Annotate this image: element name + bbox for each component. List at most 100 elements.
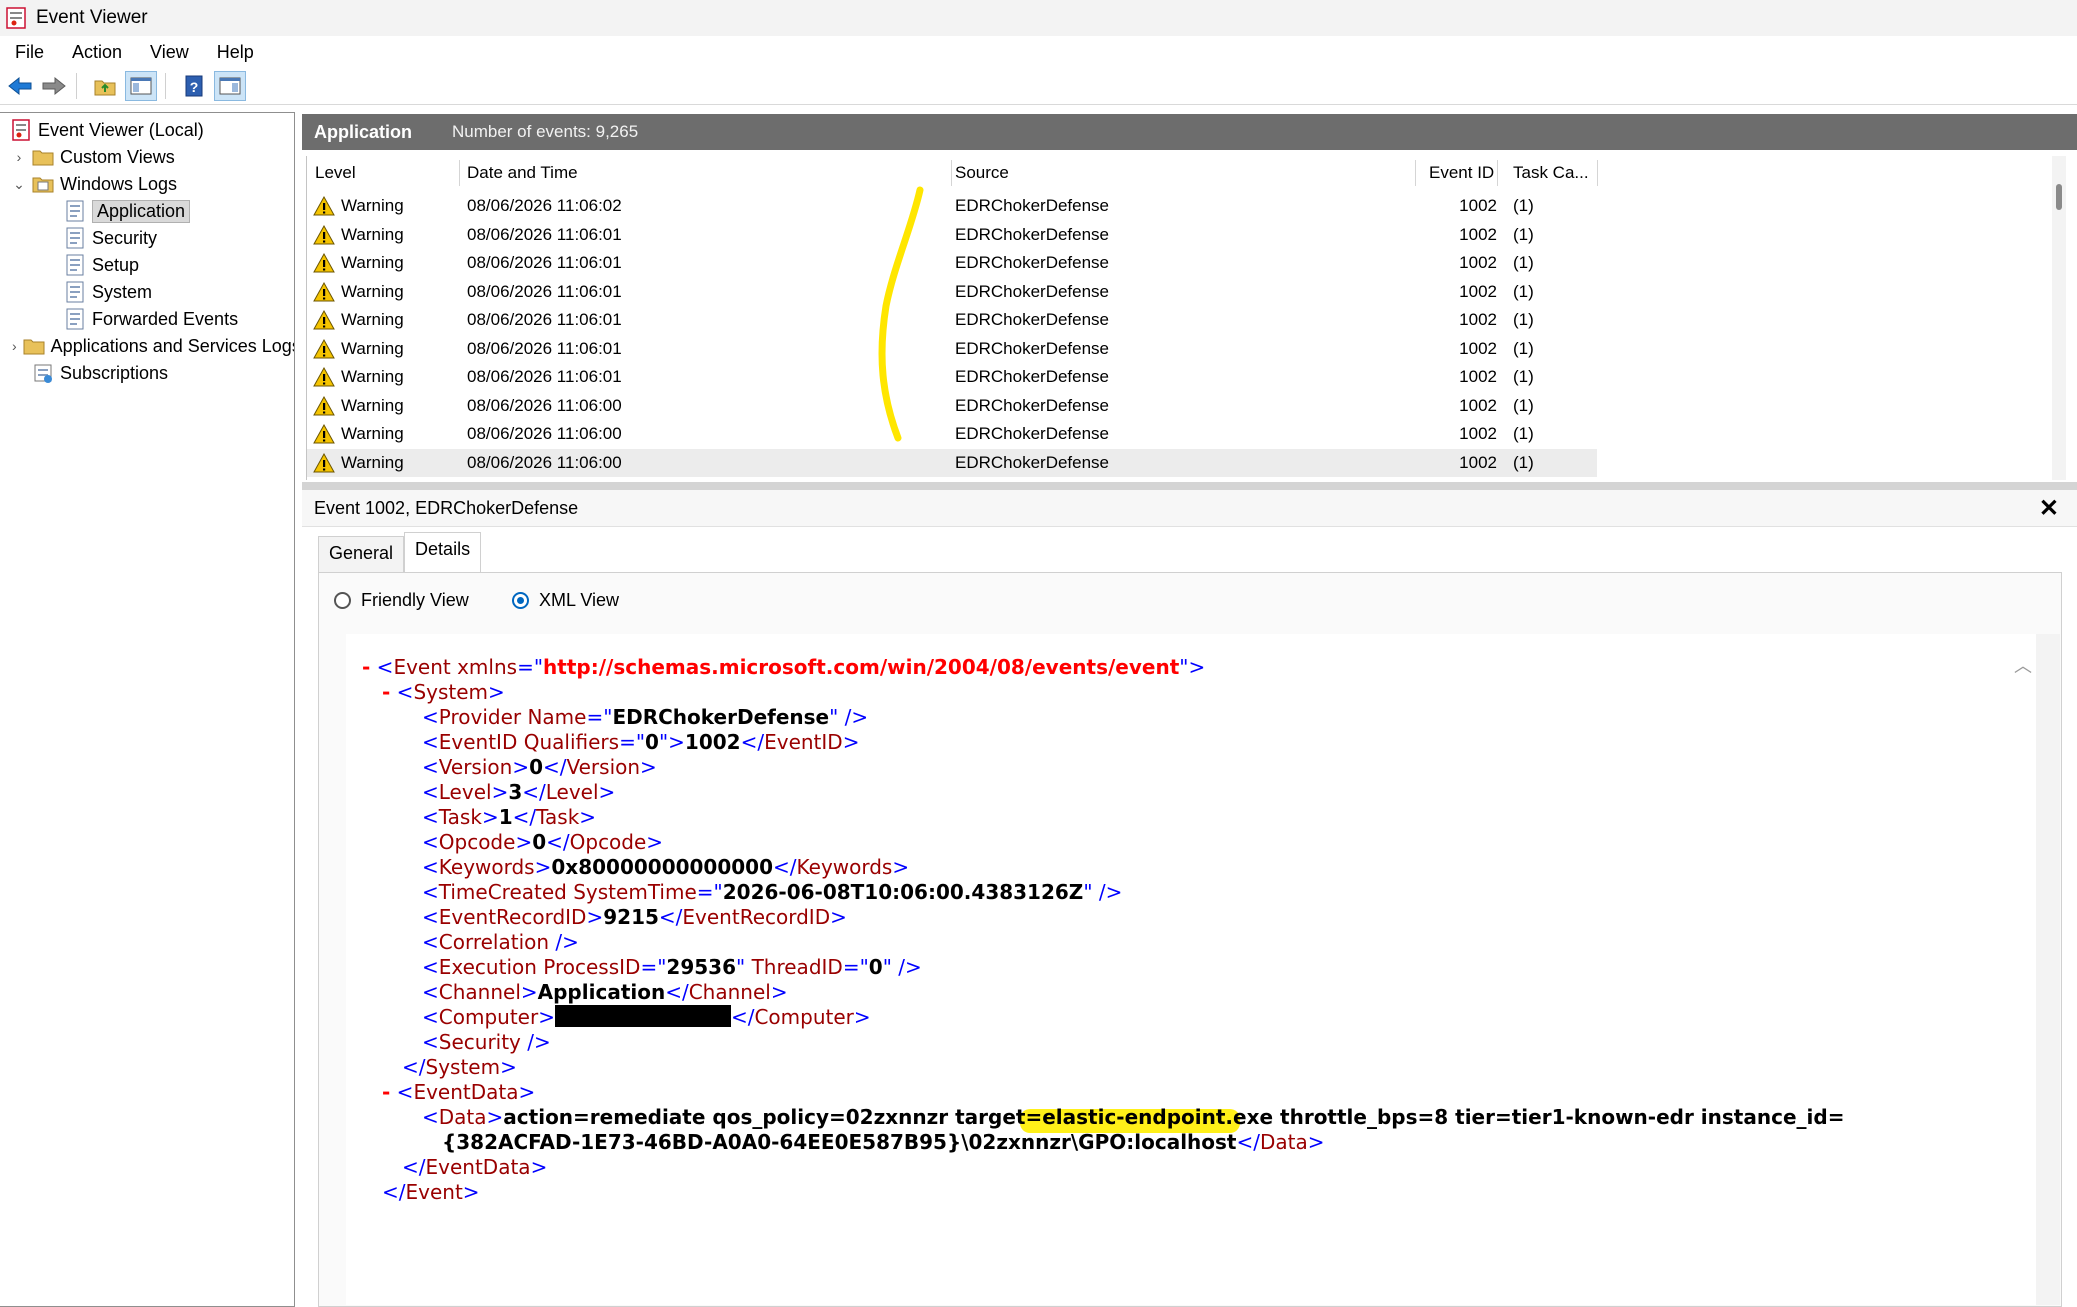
tree-apps-services-logs[interactable]: › Applications and Services Logs bbox=[12, 333, 294, 359]
level-text: Warning bbox=[341, 338, 404, 358]
level-text: Warning bbox=[341, 196, 404, 215]
datetime-cell: 08/06/2026 11:06:01 bbox=[467, 253, 622, 272]
table-row[interactable]: Warning 08/06/2026 11:06:02 EDRChokerDefen… bbox=[307, 192, 1597, 220]
menu-view[interactable]: View bbox=[136, 42, 203, 63]
level-text: Warning bbox=[341, 395, 404, 415]
tree-custom-views[interactable]: › Custom Views bbox=[12, 144, 175, 170]
expand-chevron-icon[interactable]: › bbox=[12, 338, 17, 354]
xml-task: <Task>1</Task> bbox=[422, 805, 597, 829]
radio-circle[interactable] bbox=[334, 592, 351, 609]
tree-log-forwarded-events-label: Forwarded Events bbox=[92, 308, 239, 329]
xml-view-radio[interactable]: XML View bbox=[512, 590, 619, 611]
level-text: Warning bbox=[341, 310, 404, 329]
source-cell: EDRChokerDefense bbox=[955, 253, 1110, 272]
level-cell: Warning bbox=[313, 449, 404, 477]
table-row[interactable]: Warning 08/06/2026 11:06:01 EDRChokerDefen… bbox=[307, 306, 1597, 334]
xml-opcode: <Opcode>0</Opcode> bbox=[422, 830, 664, 854]
table-row[interactable]: Warning 08/06/2026 11:06:00 EDRChokerDefen… bbox=[307, 420, 1597, 448]
level-text: Warning bbox=[341, 281, 404, 301]
task-category-cell: (1) bbox=[1513, 395, 1534, 415]
datetime-cell: 08/06/2026 11:06:00 bbox=[467, 424, 622, 443]
source-cell: EDRChokerDefense bbox=[955, 367, 1110, 386]
tab-details[interactable]: Details bbox=[404, 532, 482, 572]
xml-event-open: - <Event xmlns="http://schemas.microsoft… bbox=[362, 655, 1206, 679]
tree-log-security[interactable]: Security bbox=[64, 225, 157, 251]
toolbar-separator bbox=[76, 73, 77, 99]
task-category-cell: (1) bbox=[1513, 367, 1534, 386]
log-icon bbox=[66, 281, 84, 303]
column-header-level[interactable]: Level bbox=[315, 160, 460, 186]
datetime-cell: 08/06/2026 11:06:01 bbox=[467, 224, 622, 244]
tree-log-application[interactable]: Application bbox=[64, 198, 191, 224]
back-button[interactable] bbox=[6, 72, 34, 100]
help-icon: ? bbox=[185, 75, 203, 97]
log-name: Application bbox=[314, 121, 412, 142]
table-row[interactable]: Warning 08/06/2026 11:06:01 EDRChokerDefen… bbox=[307, 335, 1597, 363]
warning-icon bbox=[313, 196, 335, 216]
level-cell: Warning bbox=[313, 278, 404, 306]
event-list-scrollbar[interactable] bbox=[2052, 156, 2066, 480]
folder-up-icon bbox=[94, 80, 116, 96]
datetime-cell: 08/06/2026 11:06:01 bbox=[467, 281, 622, 301]
menu-help[interactable]: Help bbox=[203, 42, 268, 63]
folder-icon bbox=[23, 339, 45, 355]
menu-action[interactable]: Action bbox=[58, 42, 136, 63]
level-cell: Warning bbox=[313, 249, 404, 277]
table-row[interactable]: Warning 08/06/2026 11:06:01 EDRChokerDefen… bbox=[307, 221, 1597, 249]
xml-event-close: </Event> bbox=[382, 1180, 480, 1204]
warning-icon bbox=[313, 424, 335, 444]
table-row[interactable]: Warning 08/06/2026 11:06:00 EDRChokerDefen… bbox=[307, 448, 1597, 477]
tree-root[interactable]: Event Viewer (Local) bbox=[10, 117, 204, 143]
table-row[interactable]: Warning 08/06/2026 11:06:01 EDRChokerDefen… bbox=[307, 363, 1597, 391]
help-button[interactable]: ? bbox=[180, 72, 208, 100]
tab-general[interactable]: General bbox=[318, 536, 405, 572]
column-header-task-category[interactable]: Task Ca... bbox=[1513, 160, 1598, 186]
tree-log-forwarded-events[interactable]: Forwarded Events bbox=[64, 306, 238, 332]
xml-level: <Level>3</Level> bbox=[422, 780, 616, 804]
xml-security: <Security /> bbox=[422, 1030, 551, 1054]
log-header: Application Number of events: 9,265 bbox=[302, 114, 2077, 150]
menu-file[interactable]: File bbox=[0, 42, 58, 63]
yellow-pen-annotation bbox=[878, 186, 924, 442]
xml-eventdata-close: </EventData> bbox=[402, 1155, 548, 1179]
event-count: Number of events: 9,265 bbox=[452, 122, 639, 141]
show-hide-action-pane-button[interactable] bbox=[214, 71, 246, 101]
tree-subscriptions[interactable]: Subscriptions bbox=[32, 360, 168, 386]
highlighted-target: elastic-endpoint.exe bbox=[1042, 1105, 1274, 1129]
column-header-source[interactable]: Source bbox=[955, 160, 1416, 186]
up-one-level-button[interactable] bbox=[91, 72, 119, 100]
xml-channel: <Channel>Application</Channel> bbox=[422, 980, 788, 1004]
redacted-computer-name bbox=[554, 1005, 731, 1027]
close-icon[interactable]: ✕ bbox=[2039, 494, 2059, 523]
tree-windows-logs[interactable]: ⌄ Windows Logs bbox=[12, 171, 177, 197]
radio-circle[interactable] bbox=[512, 592, 529, 609]
tree-log-setup[interactable]: Setup bbox=[64, 252, 139, 278]
expand-chevron-icon[interactable]: › bbox=[12, 149, 26, 165]
friendly-view-radio[interactable]: Friendly View bbox=[334, 590, 469, 611]
column-header-date-time[interactable]: Date and Time bbox=[467, 160, 952, 186]
pane-splitter[interactable] bbox=[302, 482, 2077, 490]
table-row[interactable]: Warning 08/06/2026 11:06:00 EDRChokerDefen… bbox=[307, 392, 1597, 420]
source-cell: EDRChokerDefense bbox=[955, 452, 1110, 472]
folder-open-icon bbox=[32, 177, 54, 193]
forward-button[interactable] bbox=[40, 72, 68, 100]
warning-icon bbox=[313, 338, 335, 358]
table-row[interactable]: Warning 08/06/2026 11:06:01 EDRChokerDefen… bbox=[307, 249, 1597, 277]
tree-custom-views-label: Custom Views bbox=[60, 146, 175, 167]
tree-windows-logs-label: Windows Logs bbox=[60, 173, 178, 194]
log-icon bbox=[66, 200, 84, 222]
event-viewer-icon bbox=[12, 119, 30, 141]
log-icon bbox=[66, 227, 84, 249]
datetime-cell: 08/06/2026 11:06:02 bbox=[467, 196, 622, 215]
tree-log-system[interactable]: System bbox=[64, 279, 152, 305]
scrollbar-thumb[interactable] bbox=[2056, 184, 2062, 210]
table-row[interactable]: Warning 08/06/2026 11:06:01 EDRChokerDefen… bbox=[307, 278, 1597, 306]
show-hide-console-tree-button[interactable] bbox=[125, 71, 157, 101]
level-text: Warning bbox=[341, 224, 404, 244]
collapse-chevron-icon[interactable]: ⌄ bbox=[12, 176, 26, 193]
scroll-up-chevron-icon[interactable]: ︿ bbox=[2014, 652, 2032, 678]
xml-computer: <Computer> </Computer> bbox=[422, 1005, 871, 1029]
toolbar-separator bbox=[165, 73, 166, 99]
xml-scrollbar[interactable] bbox=[2036, 634, 2060, 1305]
column-header-event-id[interactable]: Event ID bbox=[1429, 160, 1498, 186]
